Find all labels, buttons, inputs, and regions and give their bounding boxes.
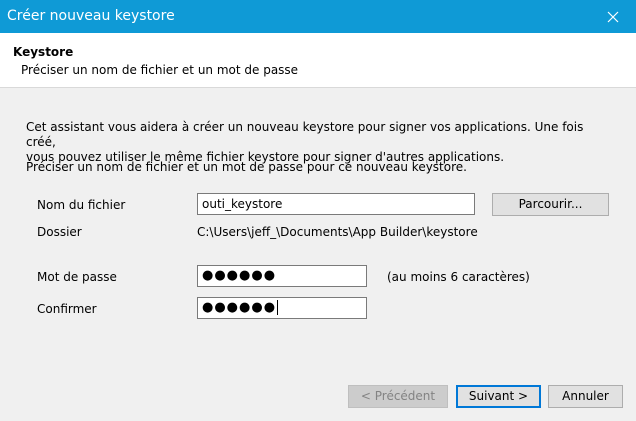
confirm-value: ●●●●●● [202, 300, 277, 315]
intro-text: Cet assistant vous aidera à créer un nou… [26, 120, 606, 165]
next-button[interactable]: Suivant > [456, 385, 541, 408]
window-title: Créer nouveau keystore [7, 8, 175, 24]
confirm-input[interactable]: ●●●●●● [197, 297, 367, 319]
password-input[interactable]: ●●●●●● [197, 265, 367, 287]
confirm-label: Confirmer [37, 302, 97, 316]
header-title: Keystore [13, 45, 74, 59]
intro-line-3: Préciser un nom de fichier et un mot de … [26, 160, 467, 174]
password-label: Mot de passe [37, 270, 117, 284]
browse-button[interactable]: Parcourir... [492, 193, 609, 216]
wizard-header: Keystore Préciser un nom de fichier et u… [0, 33, 636, 88]
title-bar: Créer nouveau keystore [0, 0, 636, 33]
folder-value: C:\Users\jeff_\Documents\App Builder\key… [197, 225, 478, 239]
filename-label: Nom du fichier [37, 198, 126, 212]
intro-line-1: Cet assistant vous aidera à créer un nou… [26, 120, 584, 149]
header-subtitle: Préciser un nom de fichier et un mot de … [21, 63, 299, 77]
wizard-content: Cet assistant vous aidera à créer un nou… [0, 88, 636, 421]
filename-input[interactable]: outi_keystore [197, 193, 475, 215]
close-icon [607, 11, 619, 22]
folder-label: Dossier [37, 225, 82, 239]
close-button[interactable] [590, 0, 636, 33]
previous-button[interactable]: < Précédent [348, 385, 448, 408]
text-caret [277, 300, 279, 315]
password-hint: (au moins 6 caractères) [387, 270, 530, 284]
cancel-button[interactable]: Annuler [548, 385, 623, 408]
